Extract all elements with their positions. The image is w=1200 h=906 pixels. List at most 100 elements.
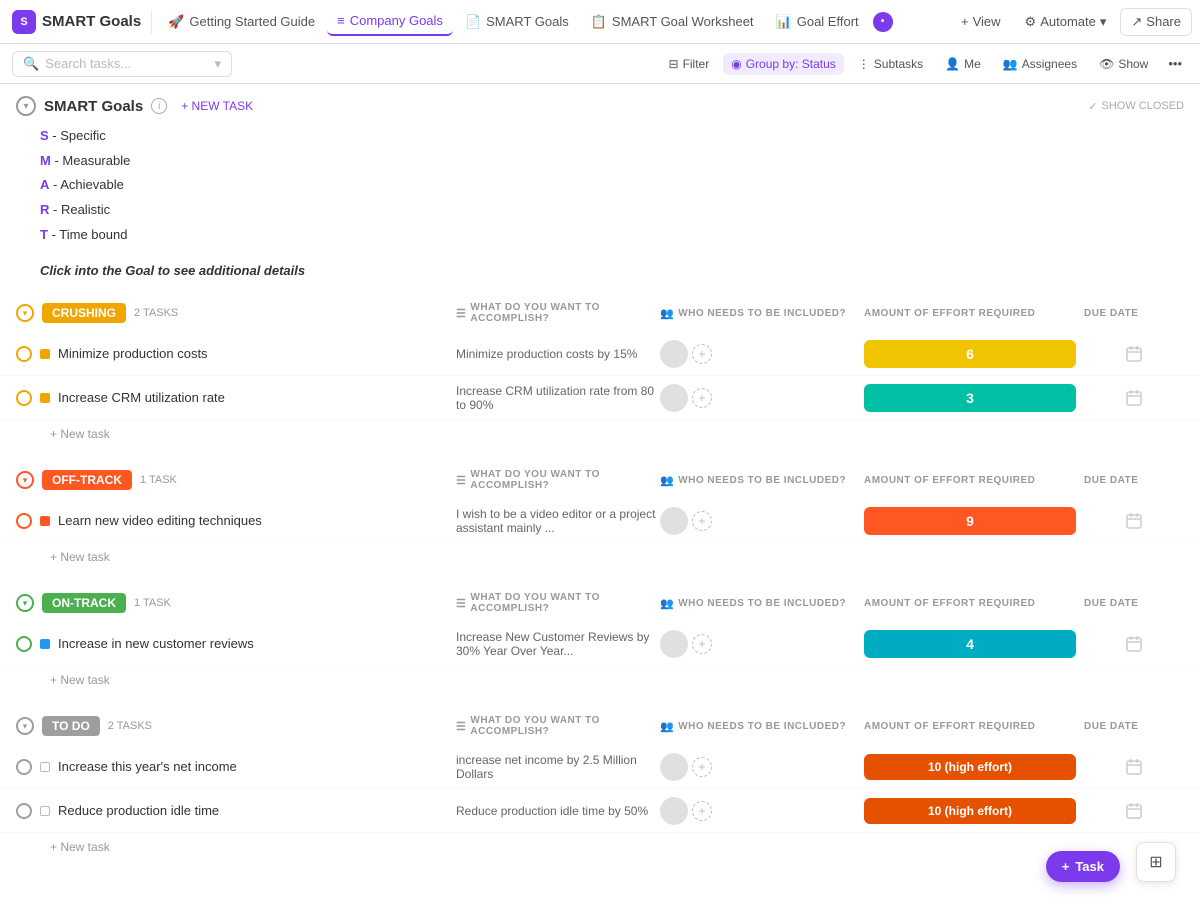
who-cell: + xyxy=(660,340,864,368)
effort-cell: 10 (high effort) xyxy=(864,798,1084,824)
calendar-icon xyxy=(1125,345,1143,363)
badge-crushing[interactable]: CRUSHING xyxy=(42,303,126,323)
search-icon: 🔍 xyxy=(23,56,39,72)
share-button[interactable]: ↗ Share xyxy=(1120,8,1192,36)
tab-getting-started[interactable]: 🚀 Getting Started Guide xyxy=(158,8,325,36)
search-input[interactable]: Search tasks... xyxy=(45,56,131,71)
accomplish-icon: ☰ xyxy=(456,597,466,610)
effort-bar: 10 (high effort) xyxy=(864,754,1076,780)
col-due-crushing: DUE DATE xyxy=(1084,308,1184,319)
add-task-link[interactable]: + New task xyxy=(50,673,110,687)
tab-goal-effort[interactable]: 📊 Goal Effort xyxy=(766,8,869,36)
group-toggle-todo[interactable]: ▾ xyxy=(16,717,34,735)
me-icon: 👤 xyxy=(945,57,960,71)
col-due-ontrack: DUE DATE xyxy=(1084,598,1184,609)
add-task-link[interactable]: + New task xyxy=(50,550,110,564)
app-name: SMART Goals xyxy=(42,13,141,30)
due-date-cell[interactable] xyxy=(1084,758,1184,776)
tab-company-goals[interactable]: ≡ Company Goals xyxy=(327,7,453,36)
avatar-add[interactable]: + xyxy=(692,388,712,408)
col-who-todo: 👥 WHO NEEDS TO BE INCLUDED? xyxy=(660,720,864,733)
task-name-cell[interactable]: Learn new video editing techniques xyxy=(16,513,456,529)
task-count-offtrack: 1 TASK xyxy=(140,474,177,486)
due-date-cell[interactable] xyxy=(1084,512,1184,530)
group-toggle-offtrack[interactable]: ▾ xyxy=(16,471,34,489)
show-button[interactable]: 👁 Show xyxy=(1091,53,1156,75)
group-offtrack: ▾ OFF-TRACK 1 TASK ☰ WHAT DO YOU WANT TO… xyxy=(0,461,1200,576)
task-dot xyxy=(40,762,50,772)
group-ontrack-name: ▾ ON-TRACK 1 TASK xyxy=(16,593,456,613)
task-checkbox[interactable] xyxy=(16,759,32,775)
task-checkbox[interactable] xyxy=(16,803,32,819)
info-icon[interactable]: i xyxy=(151,98,167,114)
fab-task[interactable]: + Task xyxy=(1046,851,1120,882)
assignees-icon: 👥 xyxy=(1003,57,1018,71)
group-crushing-header: ▾ CRUSHING 2 TASKS ☰ WHAT DO YOU WANT TO… xyxy=(0,294,1200,332)
assignees-button[interactable]: 👥 Assignees xyxy=(995,53,1085,75)
avatar-add[interactable]: + xyxy=(692,801,712,821)
who-cell: + xyxy=(660,753,864,781)
new-task-button[interactable]: + NEW TASK xyxy=(175,97,259,115)
text-r: - Realistic xyxy=(53,202,110,217)
task-name-cell[interactable]: Increase in new customer reviews xyxy=(16,636,456,652)
avatar-add[interactable]: + xyxy=(692,634,712,654)
group-toggle-crushing[interactable]: ▾ xyxy=(16,304,34,322)
me-button[interactable]: 👤 Me xyxy=(937,53,989,75)
task-name-cell[interactable]: Reduce production idle time xyxy=(16,803,456,819)
avatar-add[interactable]: + xyxy=(692,511,712,531)
task-name: Reduce production idle time xyxy=(58,803,219,818)
task-checkbox[interactable] xyxy=(16,513,32,529)
tab-smart-goals[interactable]: 📄 SMART Goals xyxy=(455,8,579,36)
accomplish-cell: Increase New Customer Reviews by 30% Yea… xyxy=(456,630,660,658)
add-task-link[interactable]: + New task xyxy=(50,427,110,441)
filter-button[interactable]: ⊟ Filter xyxy=(661,53,718,75)
due-date-cell[interactable] xyxy=(1084,802,1184,820)
accomplish-cell: Minimize production costs by 15% xyxy=(456,347,660,361)
accomplish-cell: Reduce production idle time by 50% xyxy=(456,804,660,818)
smart-item-m: M - Measurable xyxy=(40,149,1160,174)
task-dot xyxy=(40,806,50,816)
due-date-cell[interactable] xyxy=(1084,389,1184,407)
tab-smart-goal-worksheet[interactable]: 📋 SMART Goal Worksheet xyxy=(581,8,764,36)
accomplish-cell: Increase CRM utilization rate from 80 to… xyxy=(456,384,660,412)
automate-button[interactable]: ⚙ Automate ▾ xyxy=(1015,9,1117,35)
task-checkbox[interactable] xyxy=(16,346,32,362)
task-name-cell[interactable]: Minimize production costs xyxy=(16,346,456,362)
task-name: Increase in new customer reviews xyxy=(58,636,254,651)
task-checkbox[interactable] xyxy=(16,636,32,652)
task-row: Increase this year's net income increase… xyxy=(0,745,1200,789)
effort-cell: 6 xyxy=(864,340,1084,368)
group-todo-name: ▾ TO DO 2 TASKS xyxy=(16,716,456,736)
task-name-cell[interactable]: Increase this year's net income xyxy=(16,759,456,775)
avatar-add[interactable]: + xyxy=(692,757,712,777)
tab-overflow-dot[interactable]: • xyxy=(873,12,893,32)
avatar-placeholder xyxy=(660,507,688,535)
task-row: Increase CRM utilization rate Increase C… xyxy=(0,376,1200,420)
chevron-down-icon: ▾ xyxy=(1100,14,1107,30)
view-button[interactable]: + View xyxy=(951,9,1011,34)
add-task-link[interactable]: + New task xyxy=(50,840,110,854)
avatar-add[interactable]: + xyxy=(692,344,712,364)
grid-view-button[interactable]: ⊞ xyxy=(1136,842,1176,882)
search-box[interactable]: 🔍 Search tasks... ▾ xyxy=(12,51,232,77)
group-toggle-ontrack[interactable]: ▾ xyxy=(16,594,34,612)
add-task-row-offtrack: + New task xyxy=(0,543,1200,576)
badge-offtrack[interactable]: OFF-TRACK xyxy=(42,470,132,490)
section-toggle[interactable]: ▾ xyxy=(16,96,36,116)
group-by-button[interactable]: ◉ Group by: Status xyxy=(723,53,844,75)
badge-ontrack[interactable]: ON-TRACK xyxy=(42,593,126,613)
subtasks-button[interactable]: ⋮ Subtasks xyxy=(850,53,931,75)
due-date-cell[interactable] xyxy=(1084,635,1184,653)
app-logo[interactable]: S SMART Goals xyxy=(8,10,152,34)
task-dot xyxy=(40,516,50,526)
accomplish-cell: I wish to be a video editor or a project… xyxy=(456,507,660,535)
task-checkbox[interactable] xyxy=(16,390,32,406)
due-date-cell[interactable] xyxy=(1084,345,1184,363)
more-button[interactable]: ••• xyxy=(1162,52,1188,75)
avatar-placeholder xyxy=(660,753,688,781)
show-closed[interactable]: ✓ SHOW CLOSED xyxy=(1088,100,1184,113)
share-icon: ↗ xyxy=(1131,14,1142,30)
badge-todo[interactable]: TO DO xyxy=(42,716,100,736)
col-who-crushing: 👥 WHO NEEDS TO BE INCLUDED? xyxy=(660,307,864,320)
task-name-cell[interactable]: Increase CRM utilization rate xyxy=(16,390,456,406)
